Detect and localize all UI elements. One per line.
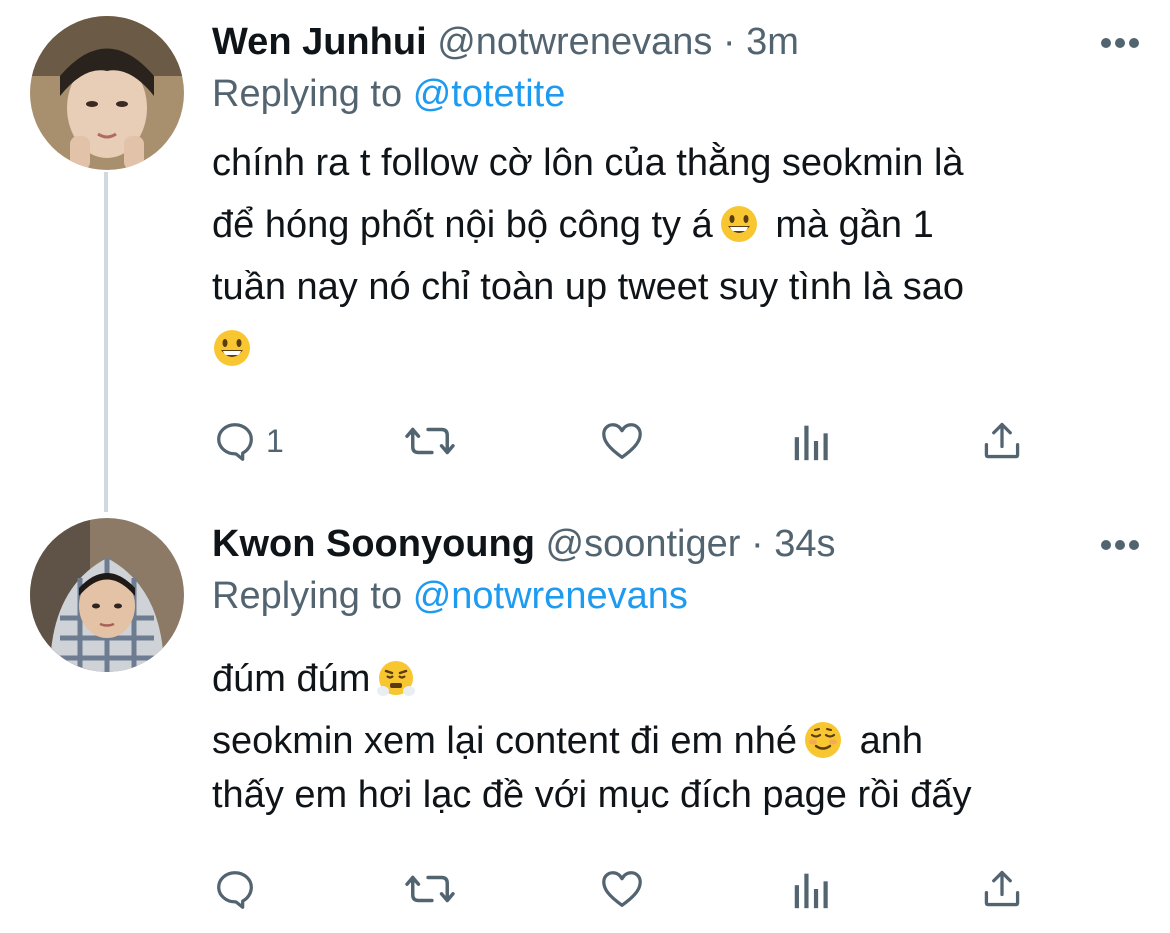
replying-to-line: Replying to @totetite [212,72,565,116]
retweet-icon [405,427,455,455]
grinning-face-emoji [719,201,759,242]
tweet-text-segment: seokmin xem lại content đi em nhé [212,720,798,762]
analytics-button[interactable] [792,864,832,914]
tweet-text-line [212,318,1112,380]
tweet-text-line: đúm đúm [212,648,1112,710]
tweet-text: chính ra t follow cờ lôn của thằng seokm… [212,132,1112,380]
tweet-text-line: chính ra t follow cờ lôn của thằng seokm… [212,142,964,184]
retweet-button[interactable] [402,864,458,914]
like-button[interactable] [598,864,646,914]
replying-to-label: Replying to [212,575,403,617]
tweet-text-segment: đúm đúm [212,658,371,700]
tweet-text-line: để hóng phốt nội bộ công ty á mà gần 1 [212,194,1112,256]
display-name[interactable]: Wen Junhui [212,21,427,63]
grinning-face-emoji [212,325,252,366]
tweet-text-segment: để hóng phốt nội bộ công ty á [212,204,713,246]
share-button[interactable] [980,864,1024,914]
tweet-text-line: thấy em hơi lạc đề với mục đích page rồi… [212,774,972,816]
tweet-text-line: seokmin xem lại content đi em nhé anh [212,710,1112,772]
retweet-icon [405,875,455,903]
reply-icon [217,423,253,461]
face-with-steam-emoji [376,655,416,696]
more-options-icon[interactable] [1100,36,1140,50]
avatar[interactable] [30,518,184,672]
relieved-face-emoji [803,717,843,758]
replying-to-mention[interactable]: @totetite [413,73,566,115]
analytics-icon [794,873,828,909]
share-button[interactable] [980,416,1024,466]
replying-to-mention[interactable]: @notwrenevans [413,575,688,617]
reply-button[interactable]: 1 [212,416,284,466]
tweet-header: Kwon Soonyoung @soontiger · 34s [212,522,835,566]
avatar[interactable] [30,16,184,170]
share-icon [984,422,1020,459]
tweet-text-line: tuần nay nó chỉ toàn up tweet suy tình l… [212,266,965,308]
separator-dot: · [750,523,764,565]
like-icon [602,423,642,459]
timestamp[interactable]: 34s [774,523,835,565]
reply-icon [217,871,253,909]
retweet-button[interactable] [402,416,458,466]
replying-to-label: Replying to [212,73,403,115]
tweet-text-segment: mà gần 1 [775,204,934,246]
more-options-icon[interactable] [1100,538,1140,552]
tweet-text-segment: anh [859,720,924,762]
reply-button[interactable] [212,864,266,914]
replying-to-line: Replying to @notwrenevans [212,574,688,618]
like-button[interactable] [598,416,646,466]
thread-connector-line [104,172,108,512]
timestamp[interactable]: 3m [746,21,799,63]
analytics-button[interactable] [792,416,832,466]
display-name[interactable]: Kwon Soonyoung [212,523,535,565]
user-handle[interactable]: @soontiger [546,523,741,565]
analytics-icon [794,425,828,461]
reply-count: 1 [266,422,284,459]
tweet-actions: 1 [212,416,1042,466]
share-icon [984,870,1020,907]
like-icon [602,871,642,907]
tweet-header: Wen Junhui @notwrenevans · 3m [212,20,799,64]
user-handle[interactable]: @notwrenevans [437,21,712,63]
separator-dot: · [722,21,736,63]
tweet-actions [212,864,1042,914]
tweet-text: đúm đúm seokmin xem lại content đi em nh… [212,648,1112,826]
